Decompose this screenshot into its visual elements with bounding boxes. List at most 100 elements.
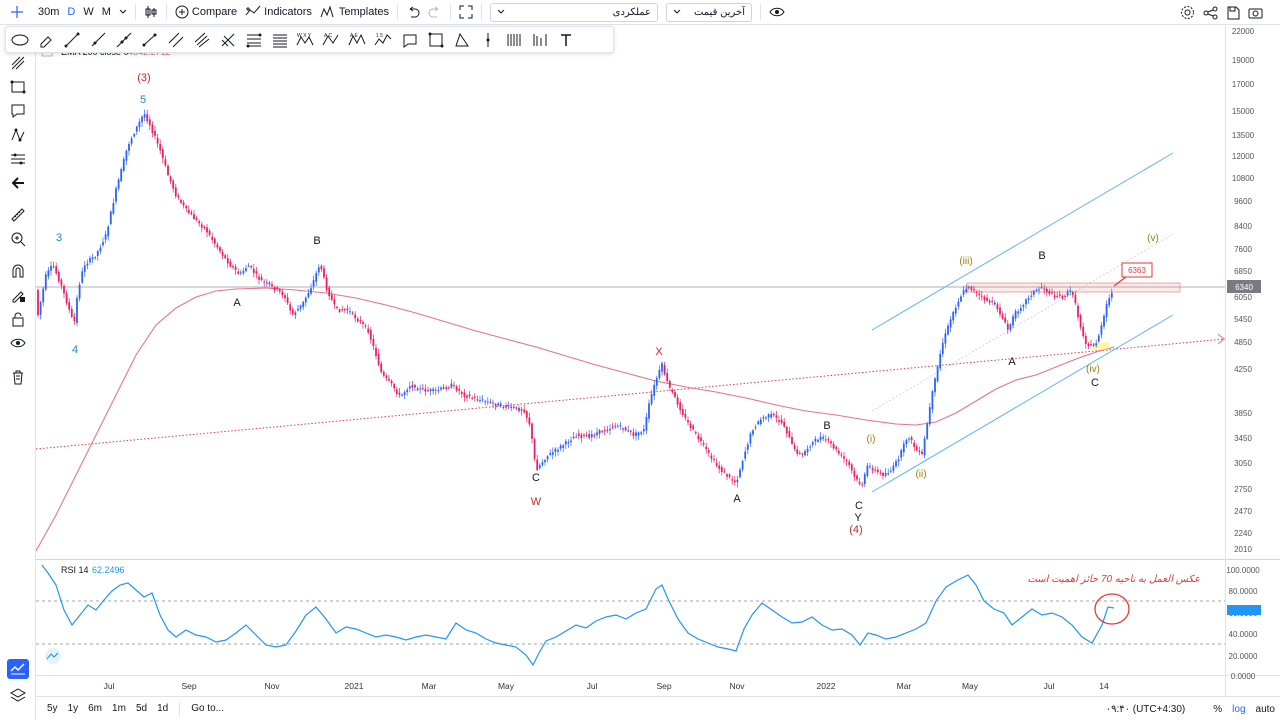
log-toggle[interactable]: log [1227, 704, 1250, 715]
elliott-abcde-icon[interactable]: A E [348, 30, 368, 50]
layout-select[interactable]: عملکردی [490, 2, 659, 22]
ruler-icon[interactable] [7, 205, 29, 225]
eraser-icon[interactable] [36, 30, 56, 50]
range-1d[interactable]: 1d [152, 703, 173, 714]
candle-body [580, 434, 583, 438]
camera-icon[interactable] [1246, 0, 1265, 25]
wave-label-y: Y [854, 512, 862, 524]
undo-icon[interactable] [402, 0, 424, 25]
price-tick: 8400 [1234, 222, 1252, 231]
trend-angle-icon[interactable] [140, 30, 160, 50]
candle-body [988, 300, 991, 303]
goto-button[interactable]: Go to... [186, 703, 229, 714]
zoom-in-icon[interactable] [7, 229, 29, 249]
vertical-lines-icon[interactable] [504, 30, 524, 50]
horizontal-lines-icon[interactable] [270, 30, 290, 50]
lock-icon[interactable] [7, 309, 29, 329]
drag-handle-icon[interactable] [10, 30, 30, 50]
auto-toggle[interactable]: auto [1251, 704, 1280, 715]
extended-line-icon[interactable] [114, 30, 134, 50]
triangle-icon[interactable] [452, 30, 472, 50]
main-chart-area[interactable]: EMA 200 close 0 4842.2712 RSI 14 62.2496… [36, 25, 1280, 696]
lock-drawing-icon[interactable] [7, 285, 29, 305]
resistance-zone[interactable] [966, 282, 1181, 293]
elliott-impulse-icon[interactable]: 1 5 [374, 30, 394, 50]
fib-tools-icon[interactable] [7, 53, 29, 73]
rectangle-icon[interactable] [7, 77, 29, 97]
candle-body [518, 408, 520, 412]
callout-icon[interactable] [7, 101, 29, 121]
eye-icon[interactable] [765, 0, 789, 25]
ray-icon[interactable] [88, 30, 108, 50]
visibility-eye-icon[interactable] [7, 333, 29, 353]
candle-body [1092, 344, 1095, 346]
interval-week[interactable]: W [79, 0, 97, 25]
compare-button[interactable]: Compare [171, 0, 241, 25]
candle-body [385, 375, 388, 379]
pattern-icon[interactable] [7, 125, 29, 145]
top-toolbar: 30m D W M Compare Indicators Templates ع… [0, 0, 1280, 25]
interval-dropdown-icon[interactable] [115, 0, 131, 25]
hide-pane-icon[interactable] [45, 648, 61, 664]
rectangle-shape-icon[interactable] [400, 30, 420, 50]
range-1y[interactable]: 1y [63, 703, 84, 714]
fullscreen-icon[interactable] [455, 0, 477, 25]
candle-body [1030, 295, 1033, 297]
text-tool-icon[interactable] [556, 30, 576, 50]
candle-body [848, 461, 851, 466]
rsi-legend[interactable]: RSI 14 62.2496 [61, 565, 125, 575]
price-source-select[interactable]: آخرین قیمت [666, 2, 753, 22]
line-icon[interactable] [62, 30, 82, 50]
vertical-line-icon[interactable] [478, 30, 498, 50]
trash-icon[interactable] [7, 367, 29, 387]
candle-body [226, 258, 229, 264]
rsi-line[interactable] [41, 564, 1115, 667]
regression-icon[interactable] [192, 30, 212, 50]
candle-body [627, 430, 630, 432]
candle-body [1043, 288, 1046, 290]
elliott-wxy-icon[interactable]: W X Y [296, 30, 316, 50]
candle-body [663, 365, 666, 375]
time-axis[interactable]: Jul Sep Nov 2021 Mar May Jul Sep Nov 2022 Mar May Ju… [104, 681, 1109, 691]
candle-body [809, 446, 812, 448]
candle-body [892, 465, 895, 471]
candle-body [263, 281, 266, 283]
box-icon[interactable] [426, 30, 446, 50]
layers-icon[interactable] [7, 685, 29, 705]
indicators-button[interactable]: Indicators [241, 0, 316, 25]
redo-icon[interactable] [424, 0, 446, 25]
interval-day[interactable]: D [63, 0, 79, 25]
range-6m[interactable]: 6m [83, 703, 107, 714]
candles-icon[interactable] [140, 0, 162, 25]
interval-month[interactable]: M [98, 0, 115, 25]
menu-icon[interactable] [0, 0, 34, 25]
magnet-icon[interactable] [7, 261, 29, 281]
clock[interactable]: ۰۹:۴۰ (UTC+4:30) [1101, 704, 1191, 715]
save-icon[interactable] [1224, 0, 1242, 25]
arrow-left-icon[interactable] [7, 173, 29, 193]
parallel-channel-icon[interactable] [166, 30, 186, 50]
candle-body [265, 282, 268, 284]
object-tree-icon[interactable] [7, 659, 29, 679]
range-5y[interactable]: 5y [36, 703, 63, 714]
fib-time-icon[interactable] [530, 30, 550, 50]
rsi-highlight-circle[interactable] [1094, 593, 1130, 625]
range-1m[interactable]: 1m [107, 703, 131, 714]
candle-body [414, 385, 416, 388]
fib-retracement-icon[interactable] [244, 30, 264, 50]
percent-toggle[interactable]: % [1208, 704, 1227, 715]
pitchfork-icon[interactable] [218, 30, 238, 50]
settings-gear-icon[interactable] [1178, 0, 1197, 25]
candle-body [229, 261, 232, 267]
candle-body [354, 314, 357, 319]
rsi-axis[interactable]: 100.000080.000060.000040.000020.00000.00… [1226, 566, 1260, 681]
prediction-icon[interactable] [7, 149, 29, 169]
elliott-abc-icon[interactable]: A C [322, 30, 342, 50]
range-5d[interactable]: 5d [131, 703, 152, 714]
candle-body [546, 456, 549, 460]
candle-body [42, 288, 45, 303]
support-zone[interactable] [1093, 342, 1109, 350]
templates-button[interactable]: Templates [316, 0, 393, 25]
share-icon[interactable] [1201, 0, 1220, 25]
interval-30m[interactable]: 30m [34, 0, 63, 25]
